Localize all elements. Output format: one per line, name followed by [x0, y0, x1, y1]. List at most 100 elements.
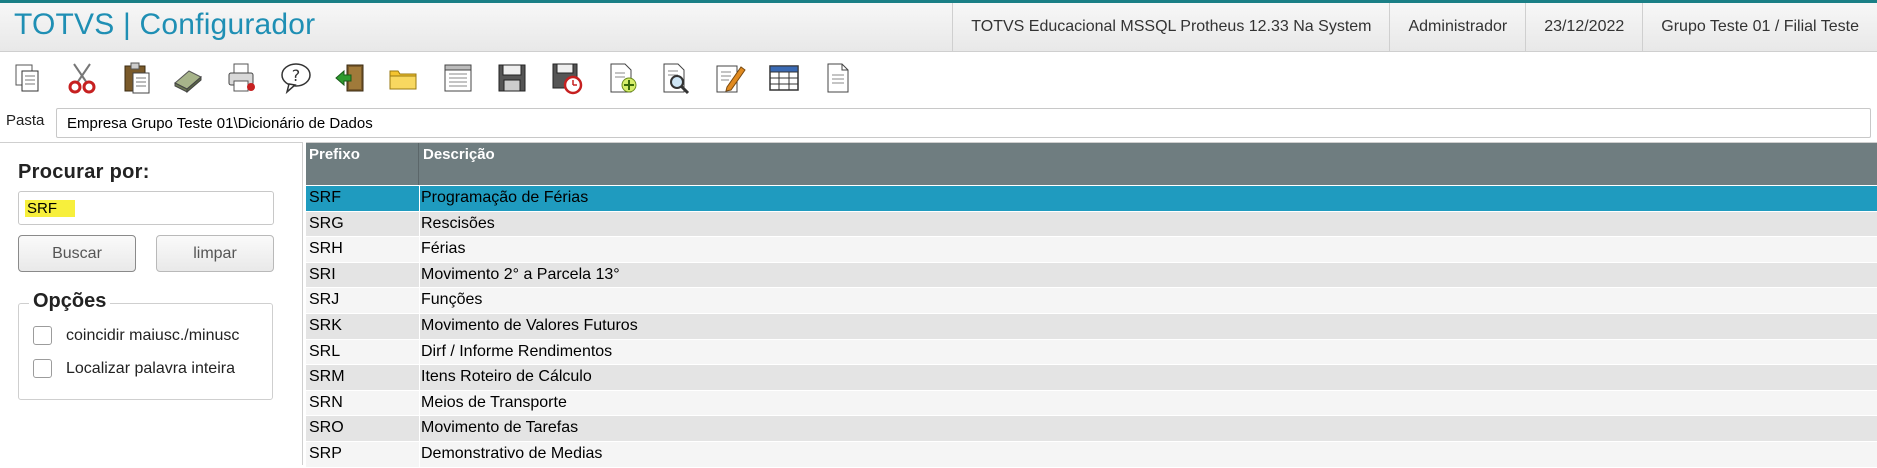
- cell-description: Demonstrativo de Medias: [421, 444, 603, 462]
- search-input-value: SRF: [25, 199, 75, 217]
- cut-icon: [68, 63, 96, 94]
- column-divider: [419, 262, 420, 288]
- table-row[interactable]: SRH Férias: [306, 237, 1877, 263]
- company-label[interactable]: Grupo Teste 01 / Filial Teste: [1642, 3, 1877, 51]
- folder-row: Pasta Empresa Grupo Teste 01\Dicionário …: [0, 106, 1877, 140]
- grid-body: SRF Programação de Férias SRG Rescisões SRH F…: [306, 186, 1877, 468]
- list-button[interactable]: [438, 58, 478, 98]
- paste-button[interactable]: [116, 58, 156, 98]
- document-icon: [827, 63, 849, 93]
- cell-prefix: SRO: [309, 419, 344, 437]
- cell-description: Movimento de Tarefas: [421, 419, 579, 437]
- header-info: TOTVS Educacional MSSQL Protheus 12.33 N…: [952, 3, 1877, 51]
- whole-word-label: Localizar palavra inteira: [66, 359, 235, 377]
- column-divider: [419, 186, 420, 211]
- column-divider: [419, 211, 420, 237]
- cell-description: Férias: [421, 240, 466, 258]
- table-row[interactable]: SRM Itens Roteiro de Cálculo: [306, 365, 1877, 391]
- column-header-description[interactable]: Descrição: [420, 143, 1877, 185]
- save-button[interactable]: [492, 58, 532, 98]
- table-row[interactable]: SRJ Funções: [306, 288, 1877, 314]
- search-document-button[interactable]: [656, 58, 696, 98]
- print-icon: [228, 63, 255, 92]
- column-divider: [419, 313, 420, 339]
- search-button[interactable]: Buscar: [18, 235, 136, 272]
- data-grid: Prefixo Descrição SRF Programação de Féri…: [306, 142, 1877, 468]
- clear-button[interactable]: limpar: [156, 235, 274, 272]
- list-icon: [444, 64, 472, 92]
- cell-description: Programação de Férias: [421, 189, 589, 206]
- cell-prefix: SRJ: [309, 291, 340, 309]
- folder-icon: [389, 70, 417, 90]
- table-row[interactable]: SRO Movimento de Tarefas: [306, 416, 1877, 442]
- cell-prefix: SRF: [309, 189, 341, 206]
- save-timer-button[interactable]: [547, 58, 587, 98]
- whole-word-option[interactable]: Localizar palavra inteira: [33, 359, 235, 378]
- table-row[interactable]: SRF Programação de Férias: [306, 186, 1877, 212]
- paste-icon: [124, 62, 150, 94]
- column-divider: [419, 339, 420, 365]
- options-title: Opções: [29, 290, 111, 313]
- new-document-icon: [610, 63, 637, 93]
- column-header-prefix[interactable]: Prefixo: [306, 143, 419, 185]
- exit-icon: [335, 64, 364, 92]
- cell-prefix: SRP: [309, 444, 342, 462]
- column-divider: [419, 416, 420, 441]
- eraser-button[interactable]: [168, 58, 208, 98]
- save-timer-icon: [552, 63, 583, 95]
- new-document-button[interactable]: [602, 58, 642, 98]
- column-divider: [419, 365, 420, 390]
- column-divider: [419, 237, 420, 262]
- table-button[interactable]: [764, 58, 804, 98]
- folder-path-field[interactable]: Empresa Grupo Teste 01\Dicionário de Dad…: [56, 108, 1871, 138]
- search-input[interactable]: SRF: [18, 191, 274, 225]
- help-button[interactable]: ?: [276, 58, 316, 98]
- document-button[interactable]: [818, 58, 858, 98]
- match-case-checkbox[interactable]: [33, 326, 52, 345]
- cell-description: Movimento 2° a Parcela 13°: [421, 265, 620, 283]
- environment-label[interactable]: TOTVS Educacional MSSQL Protheus 12.33 N…: [952, 3, 1389, 51]
- column-divider: [419, 441, 420, 467]
- whole-word-checkbox[interactable]: [33, 359, 52, 378]
- folder-label: Pasta: [6, 112, 45, 129]
- edit-button[interactable]: [710, 58, 750, 98]
- search-panel: Procurar por: SRF Buscar limpar Opções c…: [0, 142, 303, 465]
- cell-prefix: SRN: [309, 393, 343, 411]
- date-label[interactable]: 23/12/2022: [1525, 3, 1642, 51]
- grid-header: Prefixo Descrição: [306, 143, 1877, 185]
- toolbar: ?: [0, 52, 1877, 104]
- copy-button[interactable]: [8, 58, 48, 98]
- column-divider: [419, 288, 420, 313]
- print-button[interactable]: [222, 58, 262, 98]
- cell-description: Movimento de Valores Futuros: [421, 316, 638, 334]
- svg-text:?: ?: [292, 66, 301, 85]
- copy-icon: [15, 64, 39, 92]
- open-folder-button[interactable]: [383, 58, 423, 98]
- cell-prefix: SRH: [309, 240, 343, 258]
- options-group: Opções coincidir maiusc./minusc Localiza…: [18, 290, 273, 400]
- cell-prefix: SRI: [309, 265, 336, 283]
- edit-icon: [716, 65, 746, 93]
- user-label[interactable]: Administrador: [1389, 3, 1525, 51]
- cell-description: Rescisões: [421, 214, 495, 232]
- cell-description: Itens Roteiro de Cálculo: [421, 368, 592, 386]
- column-divider: [419, 390, 420, 416]
- app-title: TOTVS | Configurador: [14, 8, 316, 41]
- cell-prefix: SRK: [309, 316, 342, 334]
- cell-description: Meios de Transporte: [421, 393, 567, 411]
- help-icon: ?: [281, 63, 311, 95]
- cell-description: Funções: [421, 291, 483, 309]
- table-row[interactable]: SRI Movimento 2° a Parcela 13°: [306, 262, 1877, 289]
- eraser-icon: [174, 70, 202, 94]
- table-row[interactable]: SRL Dirf / Informe Rendimentos: [306, 339, 1877, 366]
- cell-description: Dirf / Informe Rendimentos: [421, 342, 613, 360]
- table-row[interactable]: SRG Rescisões: [306, 211, 1877, 238]
- match-case-option[interactable]: coincidir maiusc./minusc: [33, 326, 239, 345]
- exit-button[interactable]: [330, 58, 370, 98]
- cell-prefix: SRG: [309, 214, 344, 232]
- table-row[interactable]: SRK Movimento de Valores Futuros: [306, 313, 1877, 340]
- cell-prefix: SRM: [309, 368, 345, 386]
- cut-button[interactable]: [62, 58, 102, 98]
- table-row[interactable]: SRN Meios de Transporte: [306, 390, 1877, 417]
- search-document-icon: [663, 63, 690, 95]
